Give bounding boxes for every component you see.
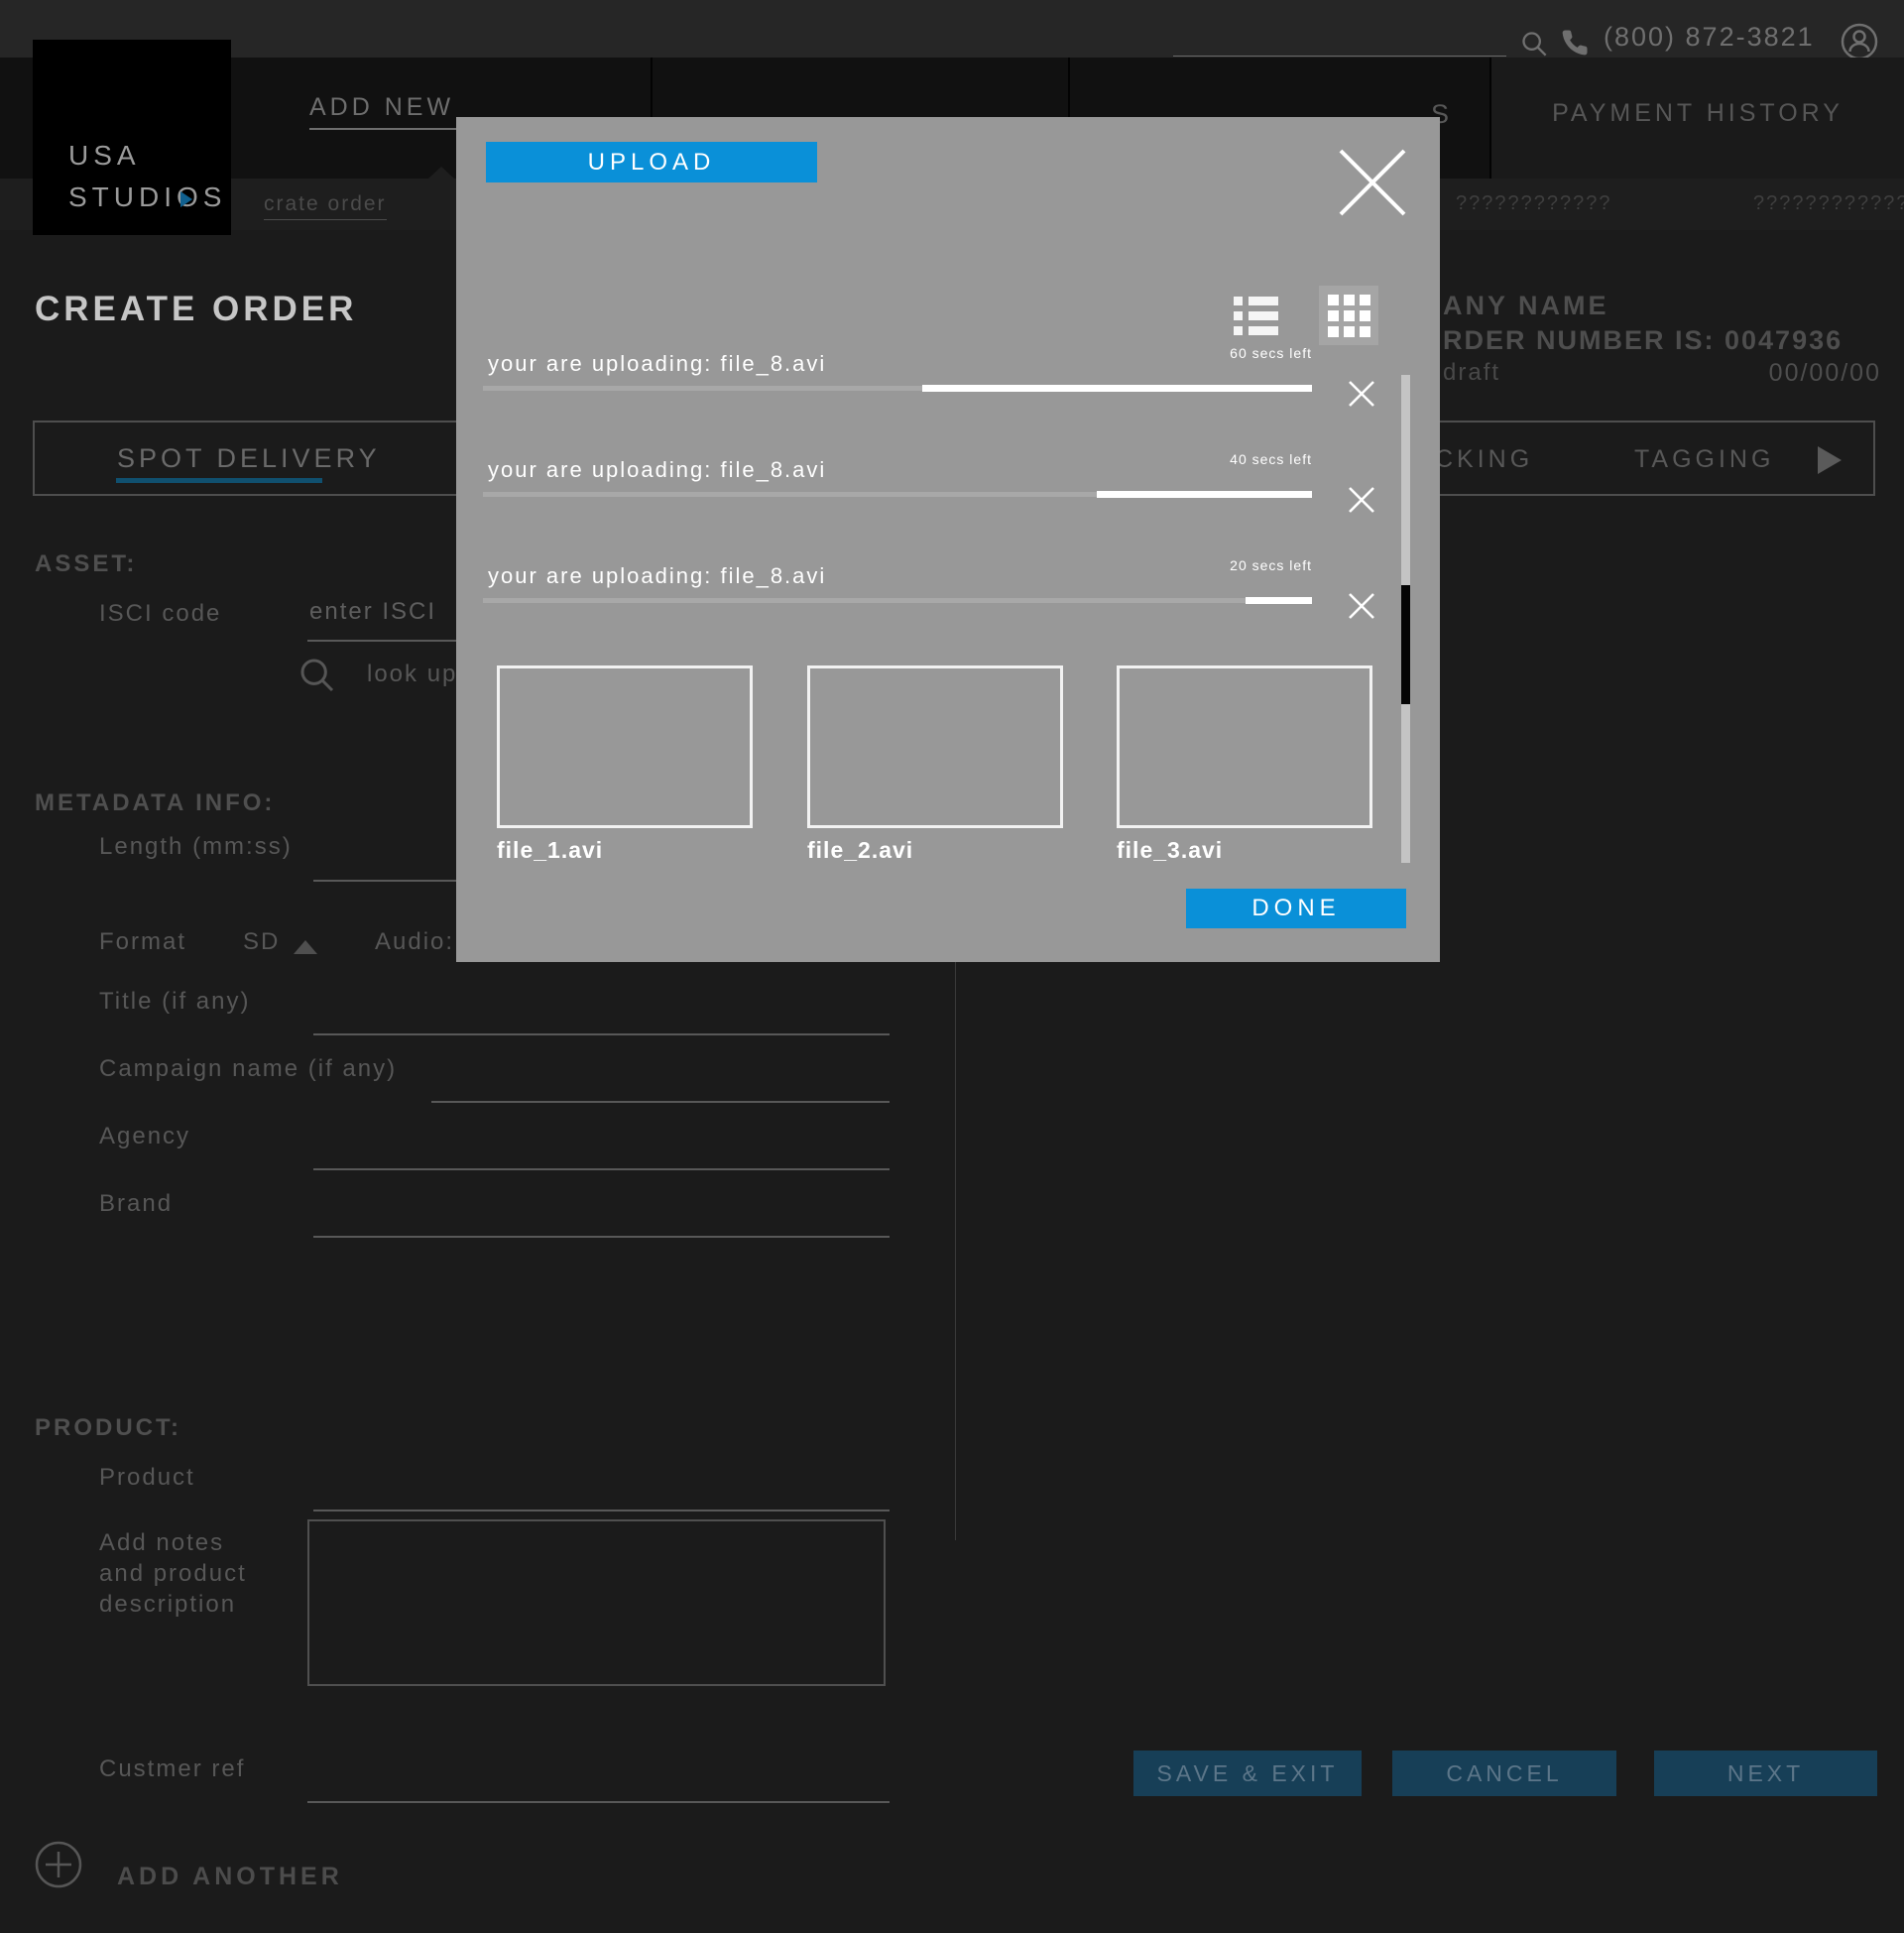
- isci-code-label: ISCI code: [99, 600, 221, 628]
- add-circle-plus-icon[interactable]: [34, 1840, 83, 1889]
- agency-label: Agency: [99, 1123, 190, 1150]
- phone-number: (800) 872-3821: [1604, 22, 1815, 53]
- account-icon[interactable]: [1840, 22, 1879, 61]
- length-input[interactable]: [313, 848, 470, 882]
- play-icon: [180, 191, 192, 207]
- tab-payment-history-label: PAYMENT HISTORY: [1491, 99, 1904, 128]
- notes-label: Add notes and product description: [99, 1527, 247, 1620]
- agency-input[interactable]: [313, 1137, 890, 1170]
- modal-close-icon[interactable]: [1333, 141, 1412, 220]
- upload-row-label: your are uploading: file_8.avi: [488, 563, 826, 589]
- upload-time-left: 40 secs left: [1111, 451, 1312, 467]
- title-input[interactable]: [313, 1002, 890, 1035]
- metadata-section-heading: METADATA INFO:: [35, 789, 275, 817]
- file-thumbnail[interactable]: [497, 665, 753, 828]
- done-button[interactable]: DONE: [1186, 889, 1406, 928]
- active-tab-caret: [428, 167, 454, 179]
- page-title: CREATE ORDER: [35, 290, 357, 329]
- campaign-input[interactable]: [431, 1069, 890, 1103]
- product-input[interactable]: [313, 1478, 890, 1511]
- campaign-label: Campaign name (if any): [99, 1055, 397, 1083]
- tab-payment-history[interactable]: PAYMENT HISTORY: [1491, 58, 1904, 179]
- isci-input-underline[interactable]: [307, 640, 466, 642]
- spot-delivery-active-underline: [116, 478, 322, 483]
- modal-scrollbar-thumb[interactable]: [1401, 585, 1410, 704]
- tagging-arrow-icon: [1818, 446, 1842, 474]
- upload-button[interactable]: UPLOAD: [486, 142, 817, 182]
- asset-section-heading: ASSET:: [35, 550, 137, 578]
- tab-tagging[interactable]: TAGGING: [1634, 445, 1774, 474]
- usa-studios-logo[interactable]: USA STUDIOS: [33, 40, 231, 235]
- file-thumbnail[interactable]: [1117, 665, 1372, 828]
- customer-ref-input[interactable]: [307, 1769, 890, 1803]
- upload-modal: UPLOAD your are uploading: file_8.avi: [456, 117, 1440, 962]
- upload-progress-remaining: [922, 385, 1312, 392]
- cancel-upload-icon[interactable]: [1345, 589, 1378, 623]
- next-button[interactable]: NEXT: [1654, 1751, 1877, 1796]
- format-value[interactable]: SD: [243, 928, 280, 956]
- phone-icon[interactable]: [1560, 28, 1590, 58]
- upload-row-label: your are uploading: file_8.avi: [488, 457, 826, 483]
- file-name: file_3.avi: [1117, 837, 1223, 864]
- look-up-link[interactable]: look up: [367, 661, 457, 688]
- breadcrumb-crate-order[interactable]: crate order: [264, 192, 387, 220]
- upload-time-left: 20 secs left: [1111, 557, 1312, 573]
- cancel-upload-icon[interactable]: [1345, 377, 1378, 411]
- company-name: ANY NAME: [1443, 291, 1609, 321]
- product-section-heading: PRODUCT:: [35, 1414, 181, 1442]
- upload-progress-remaining: [1097, 491, 1312, 498]
- customer-ref-label: Custmer ref: [99, 1755, 245, 1783]
- notes-textarea[interactable]: [307, 1519, 886, 1686]
- grid-view-icon[interactable]: [1319, 286, 1378, 345]
- upload-progress-bar: [483, 598, 1312, 603]
- product-label: Product: [99, 1464, 195, 1492]
- search-icon[interactable]: [1520, 30, 1548, 58]
- brand-input[interactable]: [313, 1204, 890, 1238]
- cancel-button[interactable]: CANCEL: [1392, 1751, 1616, 1796]
- list-view-icon[interactable]: [1234, 296, 1281, 337]
- top-bar: (800) 872-3821: [0, 0, 1904, 58]
- isci-input-placeholder[interactable]: enter ISCI: [309, 598, 436, 626]
- tab-spot-delivery[interactable]: SPOT DELIVERY: [117, 443, 381, 474]
- brand-label: Brand: [99, 1190, 173, 1218]
- file-name: file_1.avi: [497, 837, 603, 864]
- cancel-upload-icon[interactable]: [1345, 483, 1378, 517]
- save-exit-button[interactable]: SAVE & EXIT: [1133, 1751, 1362, 1796]
- upload-progress-remaining: [1246, 597, 1312, 604]
- length-label: Length (mm:ss): [99, 833, 293, 861]
- modal-scrollbar[interactable]: [1401, 375, 1410, 863]
- audio-label: Audio:: [375, 928, 454, 956]
- order-number: RDER NUMBER IS: 0047936: [1443, 325, 1881, 356]
- search-input[interactable]: [1173, 20, 1506, 57]
- order-date: 00/00/00: [1443, 359, 1881, 388]
- look-up-search-icon[interactable]: [298, 655, 337, 696]
- tab-add-new[interactable]: ADD NEW: [309, 93, 462, 130]
- upload-time-left: 60 secs left: [1111, 345, 1312, 361]
- title-label: Title (if any): [99, 988, 250, 1016]
- format-label: Format: [99, 928, 186, 956]
- logo-text: USA STUDIOS: [68, 135, 226, 218]
- file-name: file_2.avi: [807, 837, 913, 864]
- format-dropdown-caret-icon[interactable]: [294, 940, 317, 954]
- upload-progress-bar: [483, 386, 1312, 391]
- upload-row-label: your are uploading: file_8.avi: [488, 351, 826, 377]
- subnav-placeholder-right[interactable]: ????????????: [1753, 192, 1904, 215]
- file-thumbnail[interactable]: [807, 665, 1063, 828]
- add-another-button[interactable]: ADD ANOTHER: [117, 1863, 343, 1891]
- upload-progress-bar: [483, 492, 1312, 497]
- subnav-placeholder-left[interactable]: ????????????: [1456, 192, 1611, 215]
- create-order-screen: (800) 872-3821 ADD NEW S PAYMENT HISTORY…: [0, 0, 1904, 1933]
